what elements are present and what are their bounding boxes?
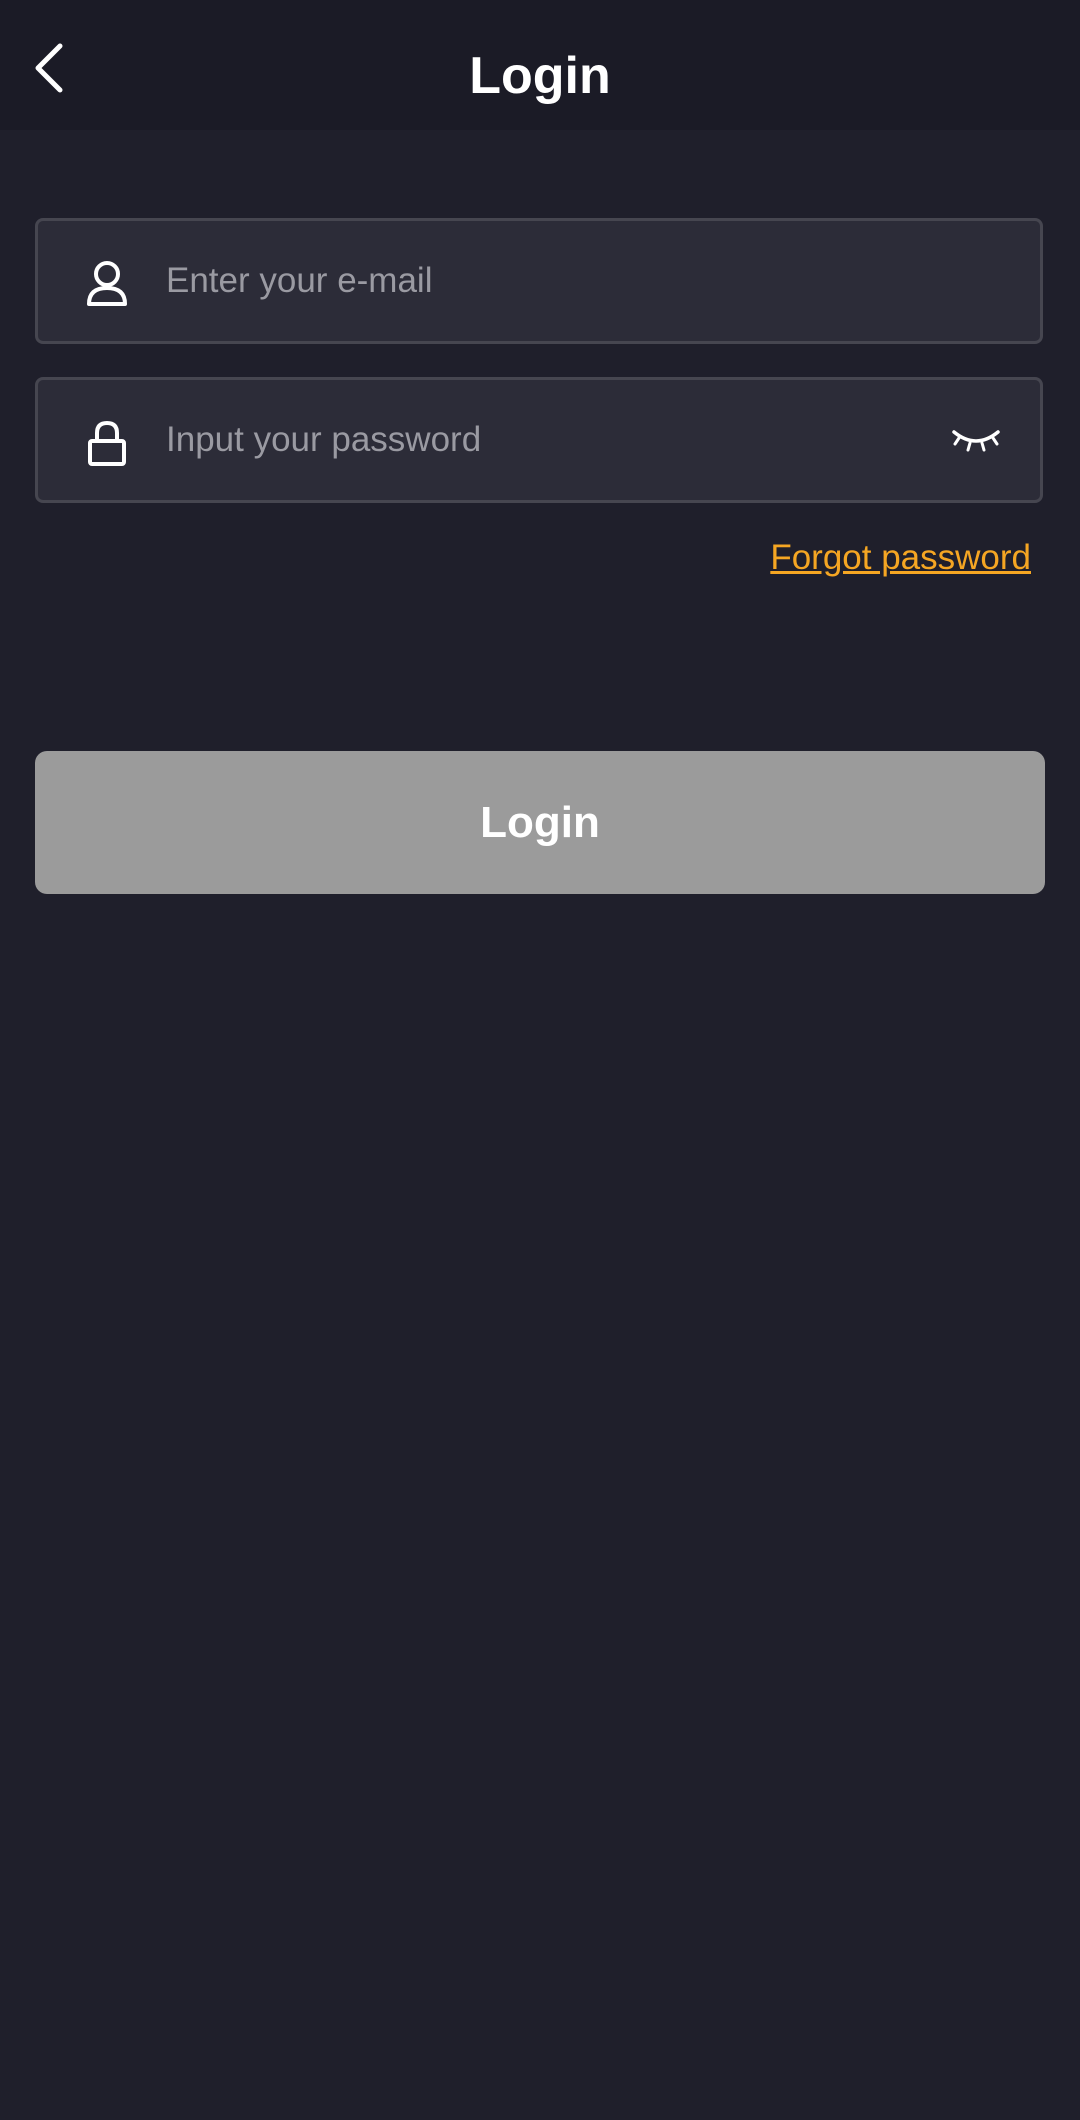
password-visibility-toggle[interactable] [946,416,1006,466]
login-screen: Login Forgot passwor [0,0,1080,2120]
forgot-password-link[interactable]: Forgot password [770,538,1031,578]
back-button[interactable] [18,36,82,100]
password-input[interactable] [166,380,966,500]
lock-icon [82,418,132,468]
email-field-container[interactable] [35,218,1043,344]
eye-closed-icon [952,430,1000,452]
login-button[interactable]: Login [35,751,1045,894]
app-header [0,0,1080,130]
user-icon [82,259,132,309]
email-input[interactable] [166,221,966,341]
password-field-container[interactable] [35,377,1043,503]
chevron-left-icon [35,43,63,93]
